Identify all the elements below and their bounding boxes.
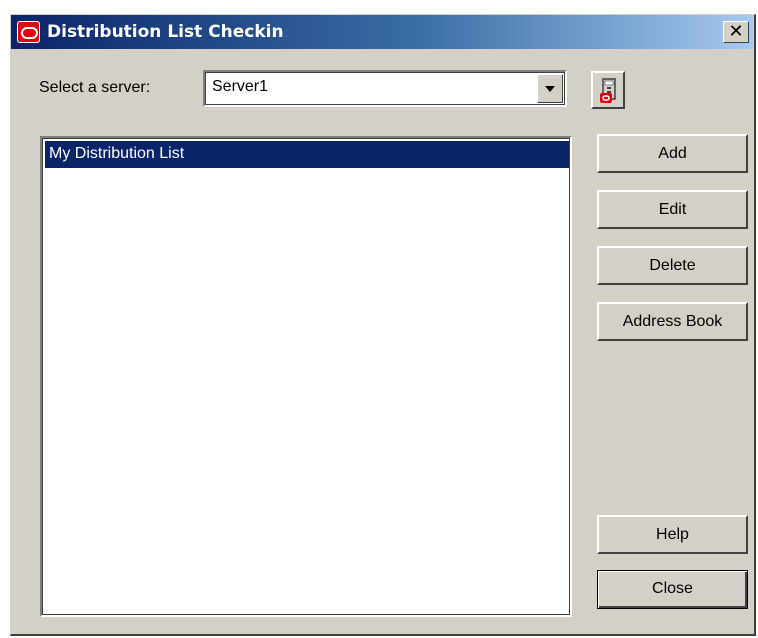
close-icon: ✕ xyxy=(728,21,744,42)
close-button[interactable]: Close xyxy=(597,570,748,609)
oracle-app-icon xyxy=(17,21,40,43)
server-select[interactable]: Server1 xyxy=(203,70,567,107)
distribution-list[interactable]: My Distribution List xyxy=(40,136,572,617)
server-select-value: Server1 xyxy=(212,78,269,95)
delete-button[interactable]: Delete xyxy=(597,246,748,285)
window-title: Distribution List Checkin xyxy=(47,22,284,42)
list-item[interactable]: My Distribution List xyxy=(45,141,569,168)
add-button[interactable]: Add xyxy=(597,134,748,173)
close-window-button[interactable]: ✕ xyxy=(723,21,749,43)
server-settings-button[interactable] xyxy=(591,71,625,109)
server-label: Select a server: xyxy=(39,79,151,96)
dropdown-arrow-icon[interactable] xyxy=(537,74,563,103)
dialog-window: Distribution List Checkin ✕ Select a ser… xyxy=(10,14,756,636)
title-bar[interactable]: Distribution List Checkin ✕ xyxy=(11,15,753,49)
address-book-button[interactable]: Address Book xyxy=(597,302,748,341)
edit-button[interactable]: Edit xyxy=(597,190,748,229)
server-config-icon xyxy=(600,78,616,103)
help-button[interactable]: Help xyxy=(597,515,748,554)
